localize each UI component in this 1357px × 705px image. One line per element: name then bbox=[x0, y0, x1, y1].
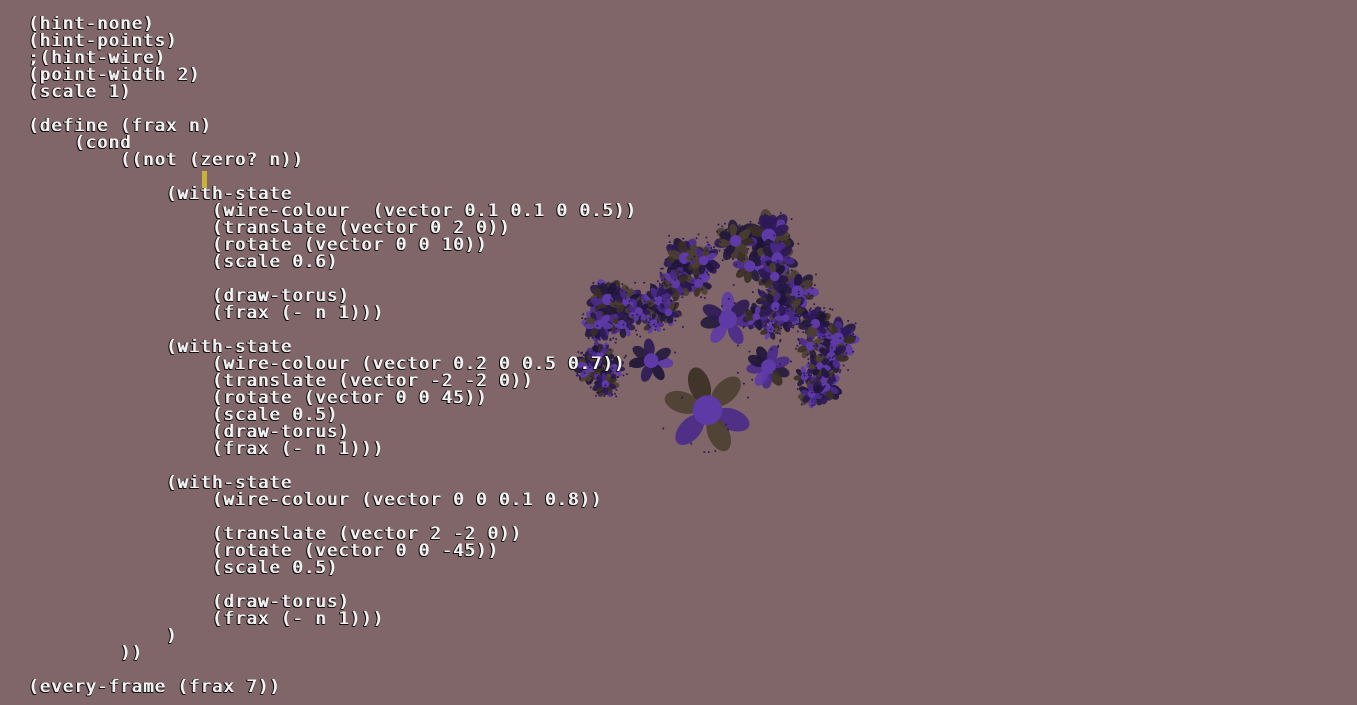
fluxus-livecoding-window[interactable]: (hint-none) (hint-points) ;(hint-wire) (poi… bbox=[0, 0, 1357, 705]
code-line[interactable]: )) bbox=[28, 645, 143, 662]
text-cursor bbox=[202, 171, 207, 188]
code-line[interactable]: (scale 0.6) bbox=[28, 254, 338, 271]
code-line[interactable]: (wire-colour (vector 0 0 0.1 0.8)) bbox=[28, 492, 602, 509]
code-line[interactable]: (frax (- n 1))) bbox=[28, 305, 384, 322]
code-line[interactable]: (frax (- n 1))) bbox=[28, 441, 384, 458]
code-line[interactable]: (every-frame (frax 7)) bbox=[28, 679, 281, 696]
code-line[interactable]: ((not (zero? n)) bbox=[28, 152, 304, 169]
code-line[interactable]: (scale 0.5) bbox=[28, 560, 338, 577]
code-editor[interactable]: (hint-none) (hint-points) ;(hint-wire) (poi… bbox=[28, 16, 1028, 705]
code-line[interactable]: (scale 1) bbox=[28, 84, 131, 101]
